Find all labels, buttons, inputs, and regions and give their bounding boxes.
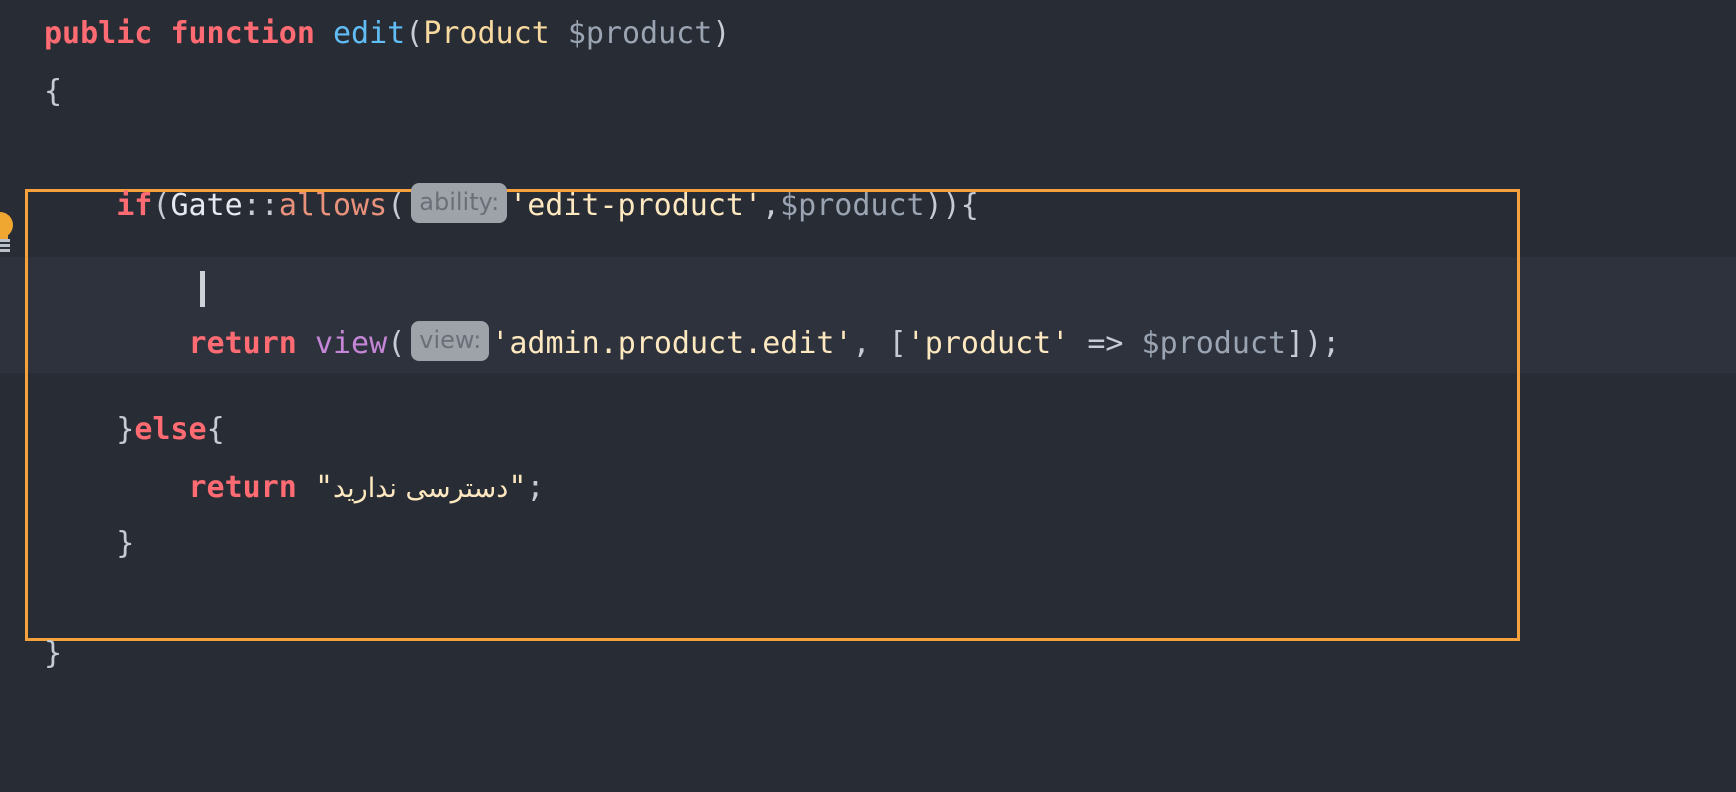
indent-8 bbox=[44, 470, 189, 505]
array-key-product: 'product' bbox=[906, 326, 1070, 361]
indent-9 bbox=[44, 526, 116, 561]
paren-close-view: ) bbox=[1304, 326, 1323, 361]
space-5 bbox=[297, 326, 315, 361]
semicolon-8: ; bbox=[526, 470, 545, 505]
bracket-open-array: [ bbox=[888, 326, 907, 361]
paren-open-view: ( bbox=[387, 326, 406, 361]
paren-open-1: ( bbox=[405, 16, 424, 51]
space-2 bbox=[315, 16, 333, 51]
keyword-if: if bbox=[116, 188, 153, 223]
code-line-5[interactable]: return view(view:'admin.product.edit', [… bbox=[44, 315, 1340, 373]
method-allows: allows bbox=[278, 188, 388, 223]
param-hint-view[interactable]: view: bbox=[411, 321, 490, 361]
keyword-return-message: return bbox=[188, 470, 297, 505]
double-arrow-operator: => bbox=[1069, 326, 1142, 361]
param-product: $product bbox=[567, 16, 713, 51]
code-editor-canvas[interactable]: public function edit(Product $product) {… bbox=[0, 0, 1736, 792]
quote-open: " bbox=[314, 470, 333, 505]
comma-5: , bbox=[852, 326, 889, 361]
brace-close-if: } bbox=[116, 412, 135, 447]
quote-close: " bbox=[508, 470, 527, 505]
keyword-public: public bbox=[44, 16, 153, 51]
space-3 bbox=[550, 16, 568, 51]
code-line-2[interactable]: { bbox=[44, 63, 62, 121]
indent-7 bbox=[44, 412, 116, 447]
paren-open-if: ( bbox=[152, 188, 171, 223]
lightbulb-icon[interactable] bbox=[0, 212, 14, 252]
code-line-1[interactable]: public function edit(Product $product) bbox=[44, 5, 730, 63]
string-view-path: 'admin.product.edit' bbox=[491, 326, 853, 361]
string-persian-no-access: دسترسی ندارید bbox=[333, 473, 509, 504]
indent-3 bbox=[44, 188, 116, 223]
param-hint-ability[interactable]: ability: bbox=[411, 183, 508, 223]
paren-close-1: ) bbox=[712, 16, 731, 51]
keyword-function: function bbox=[170, 16, 315, 51]
array-value-product: $product bbox=[1141, 326, 1287, 361]
code-line-8[interactable]: return "دسترسی ندارید"; bbox=[44, 459, 545, 517]
arg-product: $product bbox=[780, 188, 925, 223]
code-line-3[interactable]: if(Gate::allows(ability:'edit-product',$… bbox=[44, 177, 979, 235]
keyword-else: else bbox=[134, 412, 207, 447]
indent-4 bbox=[44, 268, 189, 303]
code-line-10[interactable]: } bbox=[44, 625, 62, 683]
paren-open-allows: ( bbox=[387, 188, 406, 223]
bracket-close-array: ] bbox=[1286, 326, 1305, 361]
brace-close-else: } bbox=[116, 526, 135, 561]
current-line-highlight bbox=[0, 257, 1736, 315]
paren-close-allows: )) bbox=[924, 188, 961, 223]
keyword-return-view: return bbox=[188, 326, 297, 361]
space-8 bbox=[297, 470, 315, 505]
class-gate: Gate bbox=[170, 188, 243, 223]
lightbulb-base bbox=[0, 239, 10, 252]
string-edit-product: 'edit-product' bbox=[509, 188, 763, 223]
semicolon-5: ; bbox=[1322, 326, 1341, 361]
space-1 bbox=[152, 16, 170, 51]
brace-open-if: { bbox=[960, 188, 979, 223]
code-line-4[interactable] bbox=[44, 257, 189, 315]
method-name-edit: edit bbox=[333, 16, 406, 51]
text-caret bbox=[200, 271, 205, 307]
comma-3: , bbox=[762, 188, 781, 223]
helper-view: view bbox=[314, 326, 388, 361]
brace-open-else: { bbox=[206, 412, 225, 447]
code-line-7[interactable]: }else{ bbox=[44, 401, 225, 459]
type-product: Product bbox=[423, 16, 550, 51]
brace-close-method: } bbox=[44, 636, 63, 671]
code-line-9[interactable]: } bbox=[44, 515, 134, 573]
scope-resolution-operator: :: bbox=[242, 188, 279, 223]
indent-5 bbox=[44, 326, 189, 361]
brace-open-method: { bbox=[44, 74, 63, 109]
